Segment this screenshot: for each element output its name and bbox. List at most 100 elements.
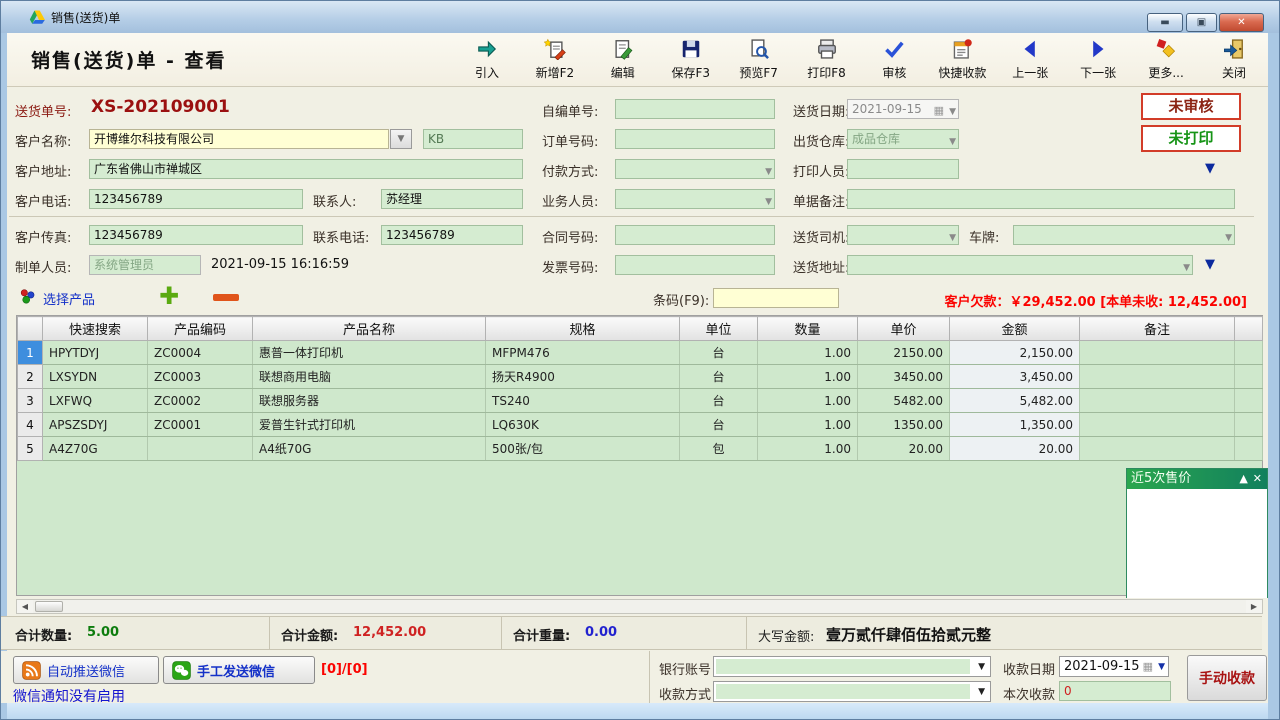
dropdown-arrow-icon[interactable]: ▼: [1225, 229, 1232, 245]
toolbar-button-quick-pay[interactable]: 快捷收款: [936, 35, 988, 85]
expand-arrow-icon[interactable]: ▼: [1205, 257, 1215, 272]
grid-cell[interactable]: 扬天R4900: [486, 365, 680, 389]
doc-note-field[interactable]: [847, 189, 1235, 209]
col-amount[interactable]: 金额: [950, 317, 1080, 341]
select-product-link[interactable]: 选择产品: [43, 289, 95, 308]
table-row[interactable]: 2LXSYDNZC0003联想商用电脑扬天R4900台1.003450.003,…: [18, 365, 1263, 389]
driver-combo[interactable]: ▼: [847, 225, 959, 245]
delivery-addr-combo[interactable]: ▼: [847, 255, 1193, 275]
custom-no-field[interactable]: [615, 99, 775, 119]
grid-cell[interactable]: 联想商用电脑: [253, 365, 486, 389]
close-button[interactable]: ✕: [1219, 13, 1264, 32]
grid-cell[interactable]: 联想服务器: [253, 389, 486, 413]
grid-cell[interactable]: 1.00: [758, 365, 858, 389]
scroll-right-button[interactable]: ▶: [1246, 600, 1262, 613]
grid-cell[interactable]: LXFWQ: [43, 389, 148, 413]
receive-date-field[interactable]: 2021-09-15 ▦ ▼: [1059, 656, 1169, 677]
grid-cell[interactable]: 3,450.00: [950, 365, 1080, 389]
panel-close-icon[interactable]: ✕: [1253, 469, 1262, 489]
grid-cell[interactable]: 1,350.00: [950, 413, 1080, 437]
grid-cell[interactable]: [1080, 437, 1235, 461]
customer-fax-field[interactable]: 123456789: [89, 225, 303, 245]
grid-cell[interactable]: [1080, 341, 1235, 365]
dropdown-arrow-icon[interactable]: ▼: [765, 163, 772, 179]
col-unit[interactable]: 单位: [680, 317, 758, 341]
grid-cell[interactable]: 5,482.00: [950, 389, 1080, 413]
grid-cell[interactable]: 20.00: [950, 437, 1080, 461]
barcode-field[interactable]: [713, 288, 839, 308]
contract-no-field[interactable]: [615, 225, 775, 245]
table-row[interactable]: 3LXFWQZC0002联想服务器TS240台1.005482.005,482.…: [18, 389, 1263, 413]
table-row[interactable]: 1HPYTDYJZC0004惠普一体打印机MFPM476台1.002150.00…: [18, 341, 1263, 365]
grid-cell[interactable]: 台: [680, 389, 758, 413]
grid-cell[interactable]: 爱普生针式打印机: [253, 413, 486, 437]
grid-cell[interactable]: 1.00: [758, 437, 858, 461]
customer-name-dropdown-button[interactable]: ▼: [390, 129, 412, 149]
col-qty[interactable]: 数量: [758, 317, 858, 341]
scroll-left-button[interactable]: ◀: [17, 600, 33, 613]
add-row-button[interactable]: ✚: [159, 282, 179, 310]
toolbar-button-close-doc[interactable]: 关闭: [1208, 35, 1260, 85]
grid-cell[interactable]: ZC0002: [148, 389, 253, 413]
toolbar-button-save[interactable]: 保存F3: [665, 35, 717, 85]
grid-cell[interactable]: ZC0003: [148, 365, 253, 389]
col-price[interactable]: 单价: [858, 317, 950, 341]
salesman-combo[interactable]: ▼: [615, 189, 775, 209]
grid-cell[interactable]: LXSYDN: [43, 365, 148, 389]
customer-name-field[interactable]: 开博维尔科技有限公司: [89, 129, 389, 149]
contact-tel-field[interactable]: 123456789: [381, 225, 523, 245]
customer-code-field[interactable]: KB: [423, 129, 523, 149]
grid-cell[interactable]: TS240: [486, 389, 680, 413]
receive-amount-field[interactable]: 0: [1059, 681, 1171, 701]
dropdown-arrow-icon[interactable]: ▼: [949, 229, 956, 245]
scrollbar-thumb[interactable]: [35, 601, 63, 612]
dropdown-arrow-icon[interactable]: ▼: [765, 193, 772, 209]
grid-cell[interactable]: 台: [680, 365, 758, 389]
toolbar-button-preview[interactable]: 预览F7: [733, 35, 785, 85]
col-quick-search[interactable]: 快速搜索: [43, 317, 148, 341]
grid-cell[interactable]: 20.00: [858, 437, 950, 461]
print-person-field[interactable]: [847, 159, 959, 179]
grid-cell[interactable]: 1.00: [758, 389, 858, 413]
toolbar-button-import[interactable]: 引入: [461, 35, 513, 85]
title-bar[interactable]: 销售(送货)单 ▬ ▣ ✕: [1, 1, 1280, 33]
grid-cell[interactable]: [1080, 365, 1235, 389]
dropdown-arrow-icon[interactable]: ▼: [949, 133, 956, 149]
col-product-code[interactable]: 产品编码: [148, 317, 253, 341]
grid-cell[interactable]: 2,150.00: [950, 341, 1080, 365]
grid-cell[interactable]: A4Z70G: [43, 437, 148, 461]
grid-horizontal-scrollbar[interactable]: ◀ ▶: [16, 599, 1263, 614]
expand-arrow-icon[interactable]: ▼: [1205, 161, 1215, 176]
row-number[interactable]: 1: [18, 341, 43, 365]
toolbar-button-audit[interactable]: 审核: [868, 35, 920, 85]
grid-cell[interactable]: 惠普一体打印机: [253, 341, 486, 365]
toolbar-button-edit[interactable]: 编辑: [597, 35, 649, 85]
toolbar-button-next[interactable]: 下一张: [1072, 35, 1124, 85]
table-row[interactable]: 5A4Z70GA4纸70G500张/包包1.0020.0020.00: [18, 437, 1263, 461]
manual-send-wechat-button[interactable]: 手工发送微信: [163, 656, 315, 684]
remove-row-button[interactable]: [213, 294, 239, 301]
dropdown-arrow-icon[interactable]: ▼: [949, 103, 956, 119]
plate-combo[interactable]: ▼: [1013, 225, 1235, 245]
grid-cell[interactable]: [1080, 413, 1235, 437]
grid-cell[interactable]: 3450.00: [858, 365, 950, 389]
bank-account-combo[interactable]: ▼: [713, 656, 991, 677]
grid-cell[interactable]: 1.00: [758, 341, 858, 365]
grid-cell[interactable]: 台: [680, 413, 758, 437]
maximize-button[interactable]: ▣: [1186, 13, 1217, 32]
contact-field[interactable]: 苏经理: [381, 189, 523, 209]
dropdown-arrow-icon[interactable]: ▼: [978, 687, 985, 697]
receive-method-combo[interactable]: ▼: [713, 681, 991, 702]
grid-cell[interactable]: [1080, 389, 1235, 413]
col-spec[interactable]: 规格: [486, 317, 680, 341]
grid-cell[interactable]: MFPM476: [486, 341, 680, 365]
order-code-field[interactable]: [615, 129, 775, 149]
grid-cell[interactable]: ZC0004: [148, 341, 253, 365]
recent-price-panel-header[interactable]: 近5次售价 ▲ ✕: [1127, 469, 1267, 489]
row-number[interactable]: 3: [18, 389, 43, 413]
pay-method-combo[interactable]: ▼: [615, 159, 775, 179]
dropdown-arrow-icon[interactable]: ▼: [1183, 259, 1190, 275]
warehouse-combo[interactable]: 成品仓库 ▼: [847, 129, 959, 149]
toolbar-button-previous[interactable]: 上一张: [1004, 35, 1056, 85]
grid-cell[interactable]: ZC0001: [148, 413, 253, 437]
